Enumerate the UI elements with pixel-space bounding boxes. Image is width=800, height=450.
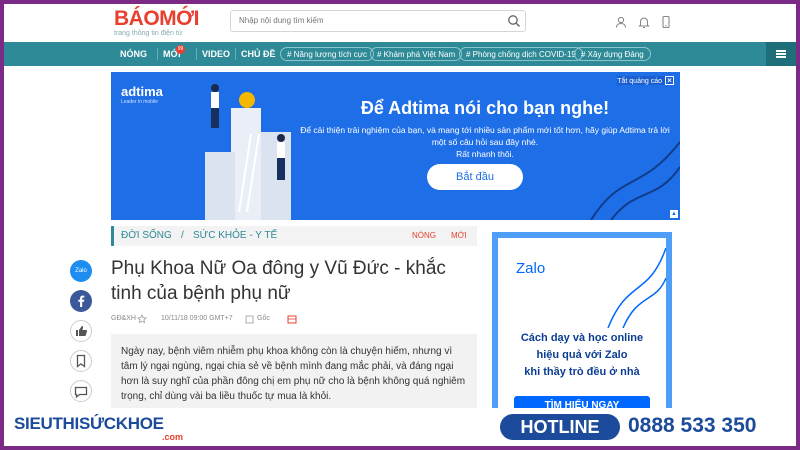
- like-button[interactable]: [70, 320, 92, 342]
- footer-brand: SIEUTHISỨCKHOE: [14, 414, 164, 433]
- page-frame: BÁOMỚI trang thông tin điện tử Nhập nội …: [4, 4, 796, 446]
- menu-icon: [776, 56, 786, 58]
- mobile-icon[interactable]: [659, 15, 673, 29]
- topic-tag[interactable]: # Phòng chống dịch COVID-19: [459, 47, 583, 61]
- comment-button[interactable]: [70, 380, 92, 402]
- topic-tag[interactable]: # Xây dựng Đảng: [574, 47, 651, 61]
- site-header: BÁOMỚI trang thông tin điện tử Nhập nội …: [4, 4, 796, 42]
- zalo-ad[interactable]: Zalo Cách dạy và học online hiệu quả với…: [492, 232, 672, 412]
- breadcrumb-separator: /: [181, 230, 184, 241]
- main-nav: NÓNG MỚI 99 VIDEO CHỦ ĐỀ # Năng lượng tí…: [4, 42, 796, 66]
- hotline-number[interactable]: 0888 533 350: [628, 414, 756, 438]
- breadcrumb-health[interactable]: SỨC KHỎE - Y TẾ: [193, 230, 277, 241]
- share-facebook-button[interactable]: [70, 290, 92, 312]
- search-input[interactable]: Nhập nội dung tìm kiếm: [239, 16, 324, 25]
- ad-info-icon[interactable]: ▲: [670, 210, 678, 218]
- hotline-badge[interactable]: HOTLINE: [500, 414, 620, 440]
- topic-tag[interactable]: # Khám phá Việt Nam: [370, 47, 463, 61]
- bell-icon[interactable]: [637, 15, 651, 29]
- article-title: Phụ Khoa Nữ Oa đông y Vũ Đức - khắc tinh…: [111, 258, 446, 304]
- close-ad-button[interactable]: Tắt quảng cáo ×: [617, 76, 674, 85]
- close-ad-label: Tắt quảng cáo: [617, 78, 662, 85]
- share-zalo-button[interactable]: Zalo: [70, 260, 92, 282]
- search-icon[interactable]: [507, 14, 521, 28]
- promo-footer: SIEUTHISỨCKHOE .com HOTLINE 0888 533 350: [4, 408, 796, 446]
- article-date: 10/11/18 09:00 GMT+7: [161, 315, 233, 322]
- breadcrumb-life[interactable]: ĐỜI SỐNG: [121, 230, 172, 241]
- ad-title: Để Adtima nói cho bạn nghe!: [360, 98, 610, 118]
- site-logo[interactable]: BÁOMỚI trang thông tin điện tử: [114, 8, 199, 38]
- start-button[interactable]: Bắt đầu: [427, 164, 523, 190]
- ad-brand: adtima: [121, 84, 163, 99]
- bookmark-icon: [76, 354, 86, 368]
- close-icon: ×: [665, 76, 674, 85]
- menu-icon: [776, 53, 786, 55]
- nav-item-hot[interactable]: NÓNG: [120, 42, 147, 66]
- ad-illustration: [205, 84, 291, 220]
- ad-banner[interactable]: Tắt quảng cáo × adtima Leader in mobile Đ…: [111, 72, 680, 220]
- new-count-badge: 99: [176, 45, 185, 54]
- nav-divider: [157, 48, 158, 60]
- menu-button[interactable]: [766, 42, 796, 66]
- nav-divider: [196, 48, 197, 60]
- breadcrumb: ĐỜI SỐNG / SỨC KHỎE - Y TẾ NÓNG MỚI: [111, 226, 477, 246]
- logo-text: BÁOMỚI: [114, 7, 199, 30]
- bookmark-button[interactable]: [70, 350, 92, 372]
- thumbs-up-icon: [76, 326, 88, 336]
- zalo-ad-panel: Zalo Cách dạy và học online hiệu quả với…: [498, 238, 666, 412]
- link-icon: [245, 315, 254, 324]
- article-source[interactable]: GĐ&XH: [111, 315, 136, 322]
- zalo-ad-line: Cách dạy và học online: [520, 332, 644, 344]
- zalo-ad-line: khi thầy trò đều ở nhà: [524, 366, 640, 378]
- search-box[interactable]: Nhập nội dung tìm kiếm: [230, 10, 526, 32]
- user-icon[interactable]: [614, 15, 628, 29]
- zalo-ad-text: Cách dạy và học online hiệu quả với Zalo…: [498, 330, 666, 381]
- menu-icon: [776, 50, 786, 52]
- footer-brand-domain: .com: [162, 432, 184, 442]
- ad-brand-sub: Leader in mobile: [121, 99, 158, 105]
- topic-tag[interactable]: # Năng lượng tích cực: [280, 47, 374, 61]
- article-origin-link[interactable]: Gốc: [257, 315, 270, 322]
- facebook-icon: [78, 295, 85, 307]
- comment-icon: [74, 386, 88, 399]
- zalo-ad-decoration: [607, 247, 666, 328]
- star-icon[interactable]: [137, 314, 147, 324]
- report-icon[interactable]: [287, 315, 297, 324]
- breadcrumb-new-link[interactable]: MỚI: [451, 231, 467, 240]
- zalo-ad-line: hiệu quả với Zalo: [536, 349, 628, 361]
- article-summary: Ngày nay, bệnh viêm nhiễm phụ khoa không…: [111, 334, 477, 414]
- nav-item-topics[interactable]: CHỦ ĐỀ: [241, 42, 276, 66]
- nav-divider: [235, 48, 236, 60]
- ad-wave-decoration: [590, 141, 680, 220]
- breadcrumb-hot-link[interactable]: NÓNG: [412, 231, 436, 240]
- logo-tagline: trang thông tin điện tử: [114, 30, 183, 37]
- nav-item-video[interactable]: VIDEO: [202, 42, 230, 66]
